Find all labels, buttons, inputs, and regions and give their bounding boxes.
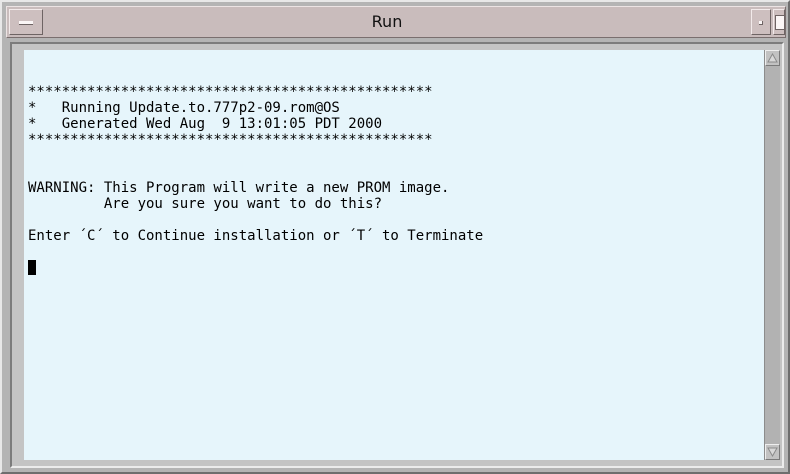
- arrow-down-icon: [767, 447, 778, 457]
- terminal-line: Are you sure you want to do this?: [28, 196, 383, 212]
- terminal-line: ****************************************…: [28, 132, 433, 148]
- window-client-area: ****************************************…: [10, 42, 784, 468]
- minimize-icon: [759, 21, 763, 25]
- terminal-line: WARNING: This Program will write a new P…: [28, 180, 450, 196]
- window-title: Run: [371, 12, 403, 31]
- minimize-button[interactable]: [751, 9, 771, 35]
- run-window: Run ************************************…: [0, 0, 790, 474]
- terminal-line: Enter ´C´ to Continue installation or ´T…: [28, 228, 484, 244]
- text-cursor: [28, 260, 36, 275]
- terminal-line: * Running Update.to.777p2-09.rom@OS: [28, 100, 340, 116]
- maximize-icon: [775, 15, 785, 30]
- arrow-up-icon: [767, 53, 778, 63]
- vertical-scrollbar[interactable]: [764, 50, 780, 460]
- terminal-text: ****************************************…: [28, 84, 483, 244]
- terminal-line: * Generated Wed Aug 9 13:01:05 PDT 2000: [28, 116, 383, 132]
- window-menu-icon: [19, 21, 33, 25]
- title-bar[interactable]: Run: [6, 6, 786, 38]
- scroll-up-button[interactable]: [765, 50, 780, 66]
- scroll-down-button[interactable]: [765, 444, 780, 460]
- terminal-line: ****************************************…: [28, 84, 433, 100]
- window-menu-button[interactable]: [9, 9, 43, 35]
- terminal-output[interactable]: ****************************************…: [24, 50, 764, 460]
- maximize-button[interactable]: [773, 9, 785, 35]
